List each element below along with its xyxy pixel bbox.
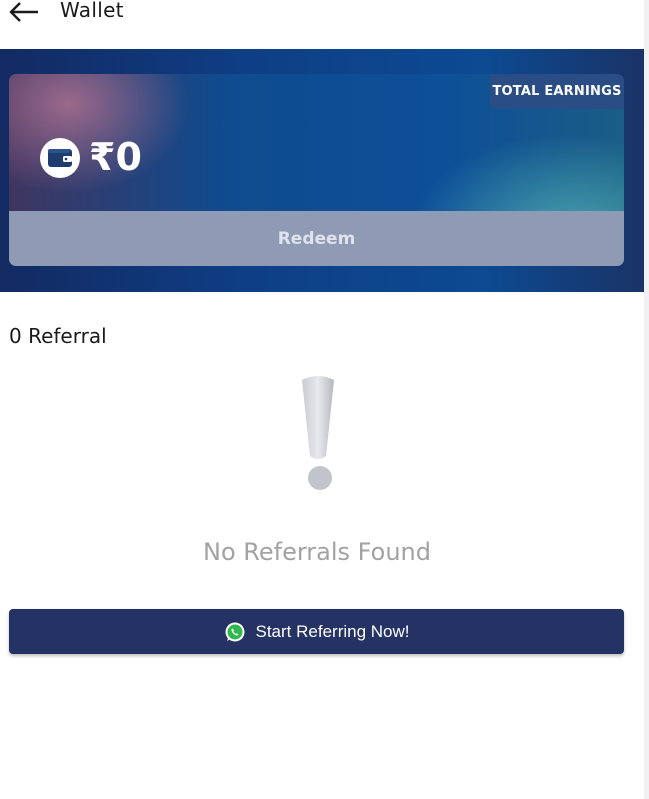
start-referring-label: Start Referring Now! <box>255 621 410 641</box>
wallet-icon <box>40 138 80 178</box>
exclamation-icon <box>302 376 334 490</box>
redeem-button[interactable]: Redeem <box>9 211 624 266</box>
header-bar: Wallet <box>0 0 644 48</box>
referral-count: 0 Referral <box>9 324 107 348</box>
wallet-page: Wallet TOTAL EARNINGS ₹0 Redeem 0 Referr… <box>0 0 644 799</box>
page-title: Wallet <box>60 0 124 22</box>
earnings-banner: TOTAL EARNINGS ₹0 Redeem <box>0 49 644 292</box>
start-referring-button[interactable]: Start Referring Now! <box>9 609 624 654</box>
back-button[interactable] <box>8 0 42 26</box>
empty-state-message: No Referrals Found <box>203 538 431 566</box>
arrow-left-icon <box>9 2 38 22</box>
scrollbar-track <box>644 0 649 799</box>
earnings-card: TOTAL EARNINGS ₹0 Redeem <box>9 74 624 266</box>
total-earnings-badge: TOTAL EARNINGS <box>490 74 624 109</box>
whatsapp-icon <box>225 622 244 641</box>
earnings-amount: ₹0 <box>89 135 142 179</box>
